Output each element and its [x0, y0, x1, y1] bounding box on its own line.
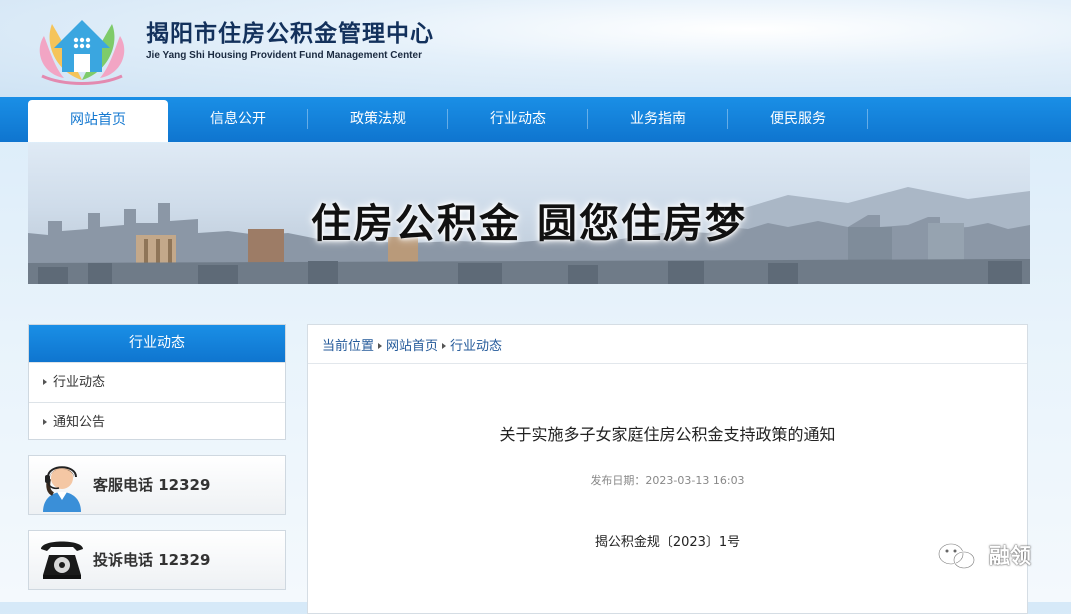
article-publish-date: 发布日期：2023-03-13 16:03	[590, 474, 745, 487]
service-hotline-box[interactable]: 客服电话 12329	[28, 455, 286, 515]
article-panel: 当前位置 网站首页 行业动态 关于实施多子女家庭住房公积金支持政策的通知 发布日期：…	[307, 324, 1028, 614]
breadcrumb-home-link[interactable]: 网站首页	[386, 339, 438, 354]
complaint-hotline-text: 投诉电话 12329	[93, 551, 211, 569]
nav-home[interactable]: 网站首页	[28, 100, 168, 142]
rotary-telephone-icon	[41, 541, 83, 579]
article-title: 关于实施多子女家庭住房公积金支持政策的通知	[499, 425, 836, 444]
sidebar-category-box: 行业动态 行业动态 通知公告	[28, 324, 286, 440]
nav-service-guide[interactable]: 业务指南	[588, 97, 728, 142]
sidebar-item-notices[interactable]: 通知公告	[29, 402, 285, 442]
nav-industry-news[interactable]: 行业动态	[448, 97, 588, 142]
site-subtitle: Jie Yang Shi Housing Provident Fund Mana…	[146, 50, 422, 61]
breadcrumb-divider	[308, 363, 1027, 364]
complaint-hotline-box[interactable]: 投诉电话 12329	[28, 530, 286, 590]
nav-policies[interactable]: 政策法规	[308, 97, 448, 142]
sidebar-item-label: 行业动态	[53, 375, 106, 390]
banner-slogan: 住房公积金 圆您住房梦	[311, 201, 747, 247]
nav-divider	[867, 109, 868, 129]
breadcrumb-industry-news-link[interactable]: 行业动态	[450, 339, 502, 354]
customer-service-agent-icon	[43, 466, 81, 512]
house-flower-logo-icon	[39, 20, 125, 85]
article-document-number: 揭公积金规〔2023〕1号	[594, 535, 741, 550]
nav-convenience-services[interactable]: 便民服务	[728, 97, 868, 142]
sidebar-item-industry-news[interactable]: 行业动态	[29, 362, 285, 402]
service-hotline-text: 客服电话 12329	[93, 476, 211, 494]
site-header: 揭阳市住房公积金管理中心 Jie Yang Shi Housing Provid…	[0, 0, 1071, 97]
bullet-arrow-icon	[43, 378, 47, 385]
nav-info-disclosure[interactable]: 信息公开	[168, 97, 308, 142]
breadcrumb-arrow-icon	[442, 342, 447, 349]
site-title: 揭阳市住房公积金管理中心	[146, 20, 434, 47]
hero-banner: 住房公积金 圆您住房梦	[28, 143, 1030, 284]
sidebar-heading: 行业动态	[29, 325, 285, 362]
breadcrumb-label: 当前位置	[322, 339, 375, 354]
breadcrumb-arrow-icon	[378, 342, 383, 349]
watermark-text: 融领	[989, 544, 1031, 568]
bullet-arrow-icon	[43, 418, 47, 425]
sidebar-item-label: 通知公告	[53, 415, 106, 430]
main-nav: 网站首页 信息公开 政策法规 行业动态 业务指南 便民服务	[0, 97, 1071, 142]
breadcrumb: 当前位置 网站首页 行业动态	[322, 335, 502, 354]
site-logo[interactable]	[34, 6, 130, 86]
